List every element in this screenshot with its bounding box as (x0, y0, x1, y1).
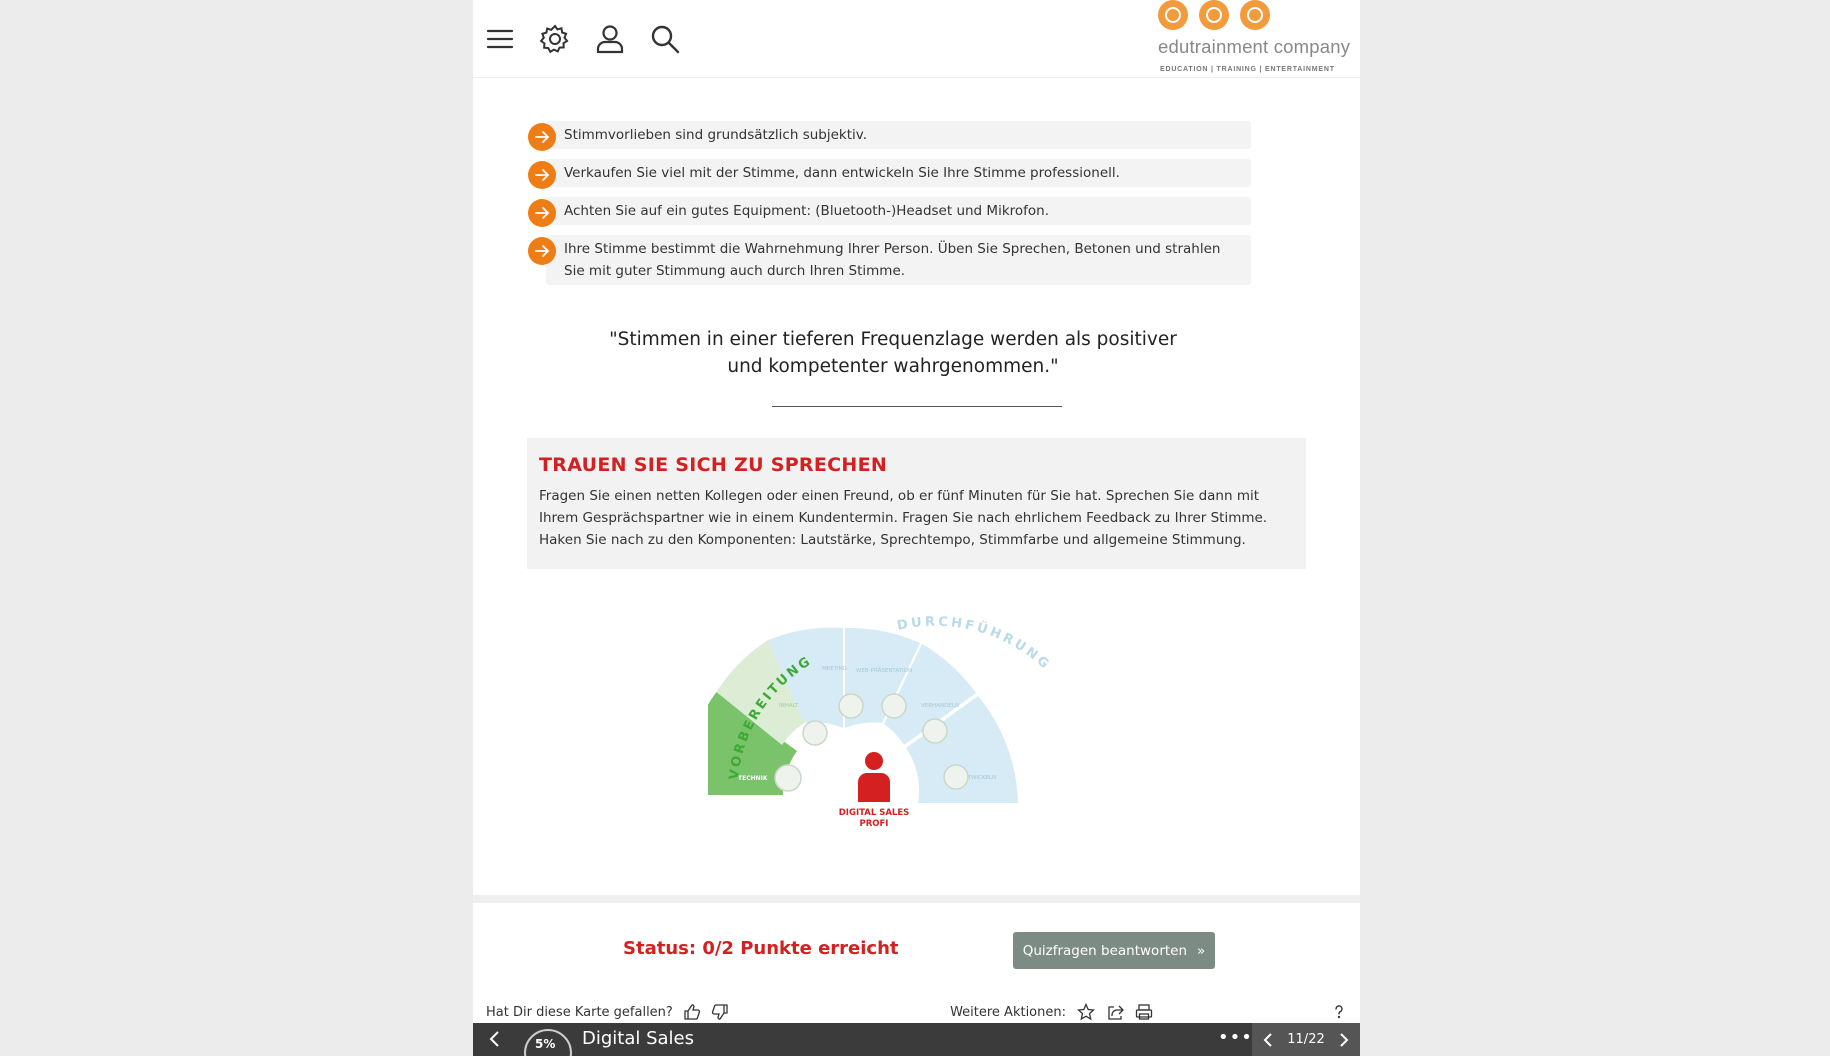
segment-label: TECHNIK (738, 775, 768, 782)
double-chevron-right-icon: » (1197, 942, 1206, 959)
actions-label: Weitere Aktionen: (950, 1004, 1066, 1020)
feedback-question: Hat Dir diese Karte gefallen? (486, 1004, 673, 1020)
search-icon[interactable] (648, 22, 682, 56)
company-logo: edutrainment company EDUCATION | TRAININ… (1148, 0, 1353, 78)
thumbs-up-icon[interactable] (683, 1003, 701, 1021)
center-label-2: PROFI (860, 819, 889, 829)
gear-icon[interactable] (538, 22, 572, 56)
segment-label: WEB-PRÄSENTATION (856, 667, 912, 674)
user-icon[interactable] (593, 22, 627, 56)
course-title: Digital Sales (582, 1028, 695, 1049)
bullet-text: Ihre Stimme bestimmt die Wahrnehmung Ihr… (564, 241, 1221, 279)
segment-label: MEETING (822, 666, 847, 672)
next-page-icon[interactable] (1336, 1032, 1352, 1048)
bullet-item: Ihre Stimme bestimmt die Wahrnehmung Ihr… (528, 235, 1251, 285)
thumbs-down-icon[interactable] (711, 1003, 729, 1021)
prev-page-icon[interactable] (1260, 1032, 1276, 1048)
center-label-1: DIGITAL SALES (839, 808, 910, 818)
status-text: Status: 0/2 Punkte erreicht (623, 938, 899, 959)
logo-circle-icon (1199, 0, 1229, 30)
bullet-item: Stimmvorlieben sind grundsätzlich subjek… (528, 121, 1251, 151)
exercise-text: Fragen Sie einen netten Kollegen oder ei… (539, 488, 1268, 548)
share-icon[interactable] (1106, 1003, 1124, 1021)
arrow-right-icon (528, 123, 556, 151)
logo-circle-icon (1240, 0, 1270, 30)
quote: "Stimmen in einer tieferen Frequenzlage … (573, 326, 1213, 380)
quiz-button[interactable]: Quizfragen beantworten » (1013, 932, 1215, 969)
logo-name: edutrainment company (1158, 36, 1351, 57)
logo-mark (1158, 0, 1270, 30)
quote-line-2: und kompetenter wahrgenommen." (727, 356, 1059, 377)
person-icon (858, 752, 890, 802)
segment-label: VERHANDELN (921, 703, 959, 709)
help-icon[interactable] (1330, 1003, 1348, 1021)
bullet-item: Achten Sie auf ein gutes Equipment: (Blu… (528, 197, 1251, 227)
print-icon[interactable] (1135, 1003, 1153, 1021)
inhalt-circle-icon (802, 720, 828, 746)
actions-row: Weitere Aktionen: (950, 1002, 1348, 1021)
arrow-right-icon (528, 161, 556, 189)
logo-tagline: EDUCATION | TRAINING | ENTERTAINMENT (1160, 66, 1335, 73)
quote-divider (772, 406, 1062, 407)
meeting-circle-icon (838, 693, 864, 719)
bullet-item: Verkaufen Sie viel mit der Stimme, dann … (528, 159, 1251, 189)
pager: 11/22 (1252, 1023, 1360, 1056)
quiz-button-label: Quizfragen beantworten (1022, 942, 1188, 959)
star-icon[interactable] (1076, 1002, 1096, 1021)
more-options-button[interactable]: ••• (1218, 1027, 1253, 1048)
feedback-row: Hat Dir diese Karte gefallen? (486, 1003, 729, 1021)
menu-icon[interactable] (483, 22, 517, 56)
progress-label: 5% (535, 1037, 556, 1051)
logo-circle-icon (1158, 0, 1188, 30)
arrow-right-icon (528, 199, 556, 227)
digital-sales-diagram: TECHNIK INHALT MEETING WEB-PRÄSENTATION … (682, 610, 1108, 840)
exercise-title: TRAUEN SIE SICH ZU SPRECHEN (539, 454, 888, 476)
bottom-nav-bar: 5% Digital Sales ••• 11/22 (473, 1023, 1360, 1056)
exercise-box: TRAUEN SIE SICH ZU SPRECHEN Fragen Sie e… (527, 438, 1306, 569)
web-circle-icon (881, 693, 907, 719)
verhandeln-circle-icon (922, 718, 948, 744)
content-card: edutrainment company EDUCATION | TRAININ… (473, 0, 1360, 1056)
header-bar: edutrainment company EDUCATION | TRAININ… (473, 0, 1360, 78)
arrow-right-icon (528, 237, 556, 265)
technik-circle-icon (774, 764, 802, 792)
entwickeln-circle-icon (943, 764, 969, 790)
segment-label: INHALT (779, 703, 799, 709)
quote-line-1: "Stimmen in einer tieferen Frequenzlage … (609, 329, 1177, 350)
bullet-text: Stimmvorlieben sind grundsätzlich subjek… (564, 127, 868, 143)
back-chevron-icon[interactable] (485, 1029, 505, 1049)
page-indicator: 11/22 (1287, 1032, 1325, 1047)
bullet-text: Verkaufen Sie viel mit der Stimme, dann … (564, 165, 1120, 181)
bullet-text: Achten Sie auf ein gutes Equipment: (Blu… (564, 203, 1050, 219)
section-divider (473, 895, 1360, 903)
